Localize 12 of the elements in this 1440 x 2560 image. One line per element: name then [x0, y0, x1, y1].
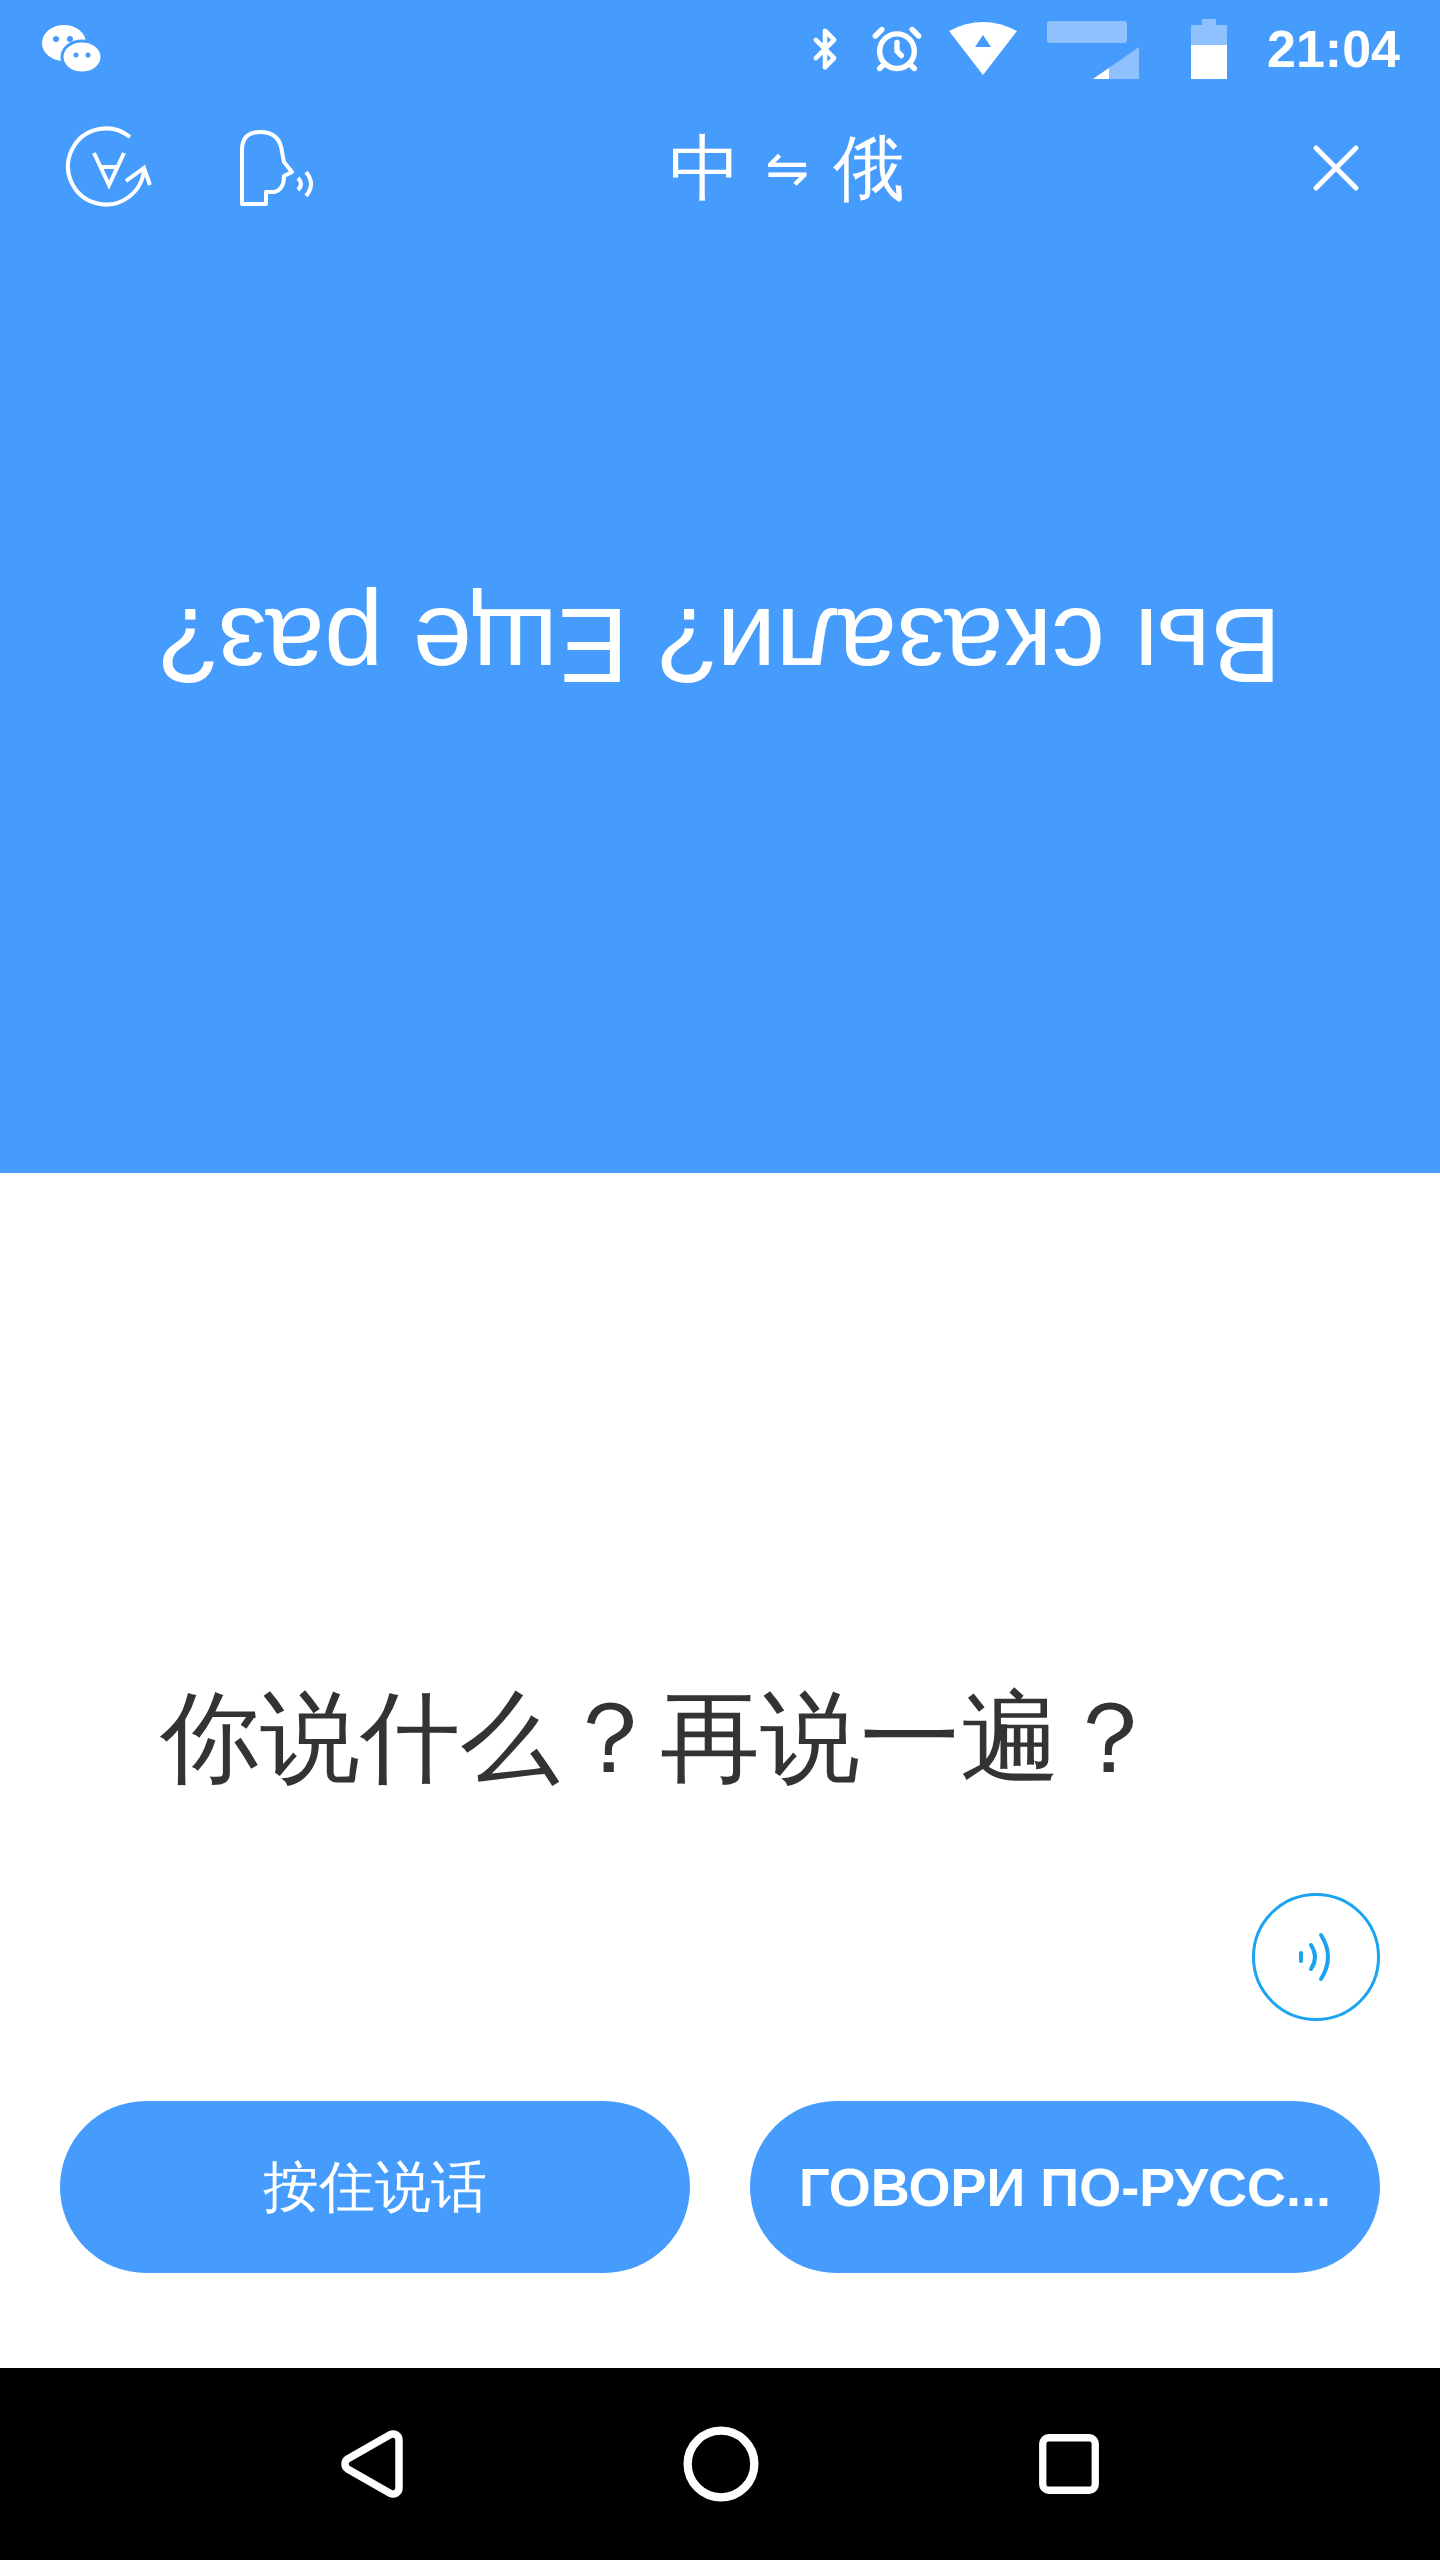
- clock-time: 21:04: [1267, 19, 1400, 80]
- wifi-icon: [947, 21, 1019, 77]
- target-language[interactable]: 俄: [832, 114, 905, 222]
- speak-button[interactable]: 按住说话: [60, 2101, 690, 2273]
- speaker-icon[interactable]: [1252, 1893, 1380, 2021]
- source-language[interactable]: 中: [669, 114, 742, 222]
- battery-icon: [1191, 19, 1227, 79]
- speak-button[interactable]: ГОВОРИ ПО-РУСС...: [750, 2101, 1380, 2273]
- translated-text: Вы сказали? Еще раз?: [158, 586, 1282, 707]
- swap-languages[interactable]: ⇋: [765, 129, 809, 207]
- home-icon[interactable]: [681, 2424, 761, 2504]
- source-text: 你说什么？再说一遍？: [160, 1678, 1160, 1798]
